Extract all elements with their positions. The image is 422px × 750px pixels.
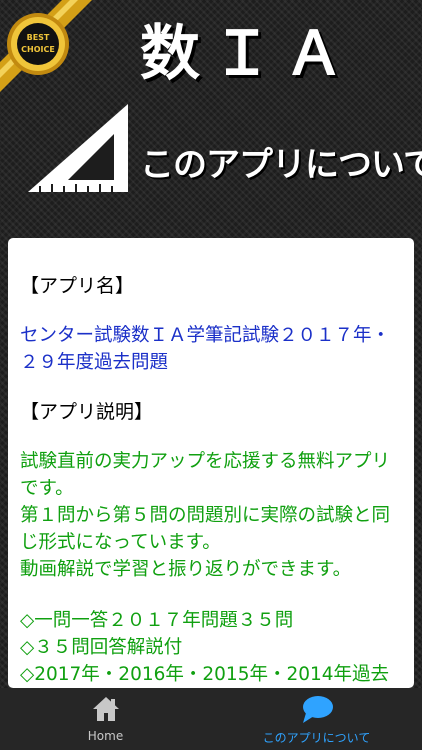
feature-item: ◇一問一答２０１７年問題３５問 <box>20 610 294 631</box>
feature-item: ◇2017年・2016年・2015年・2014年過去 <box>20 664 390 685</box>
home-icon <box>92 697 119 721</box>
app-name-text: センター試験数ＩＡ学筆記試験２０１７年・２９年度過去問題 <box>20 325 391 373</box>
bottom-nav: Home このアプリについて <box>0 688 422 750</box>
nav-about-tab[interactable]: このアプリについて <box>211 688 422 750</box>
nav-home-label: Home <box>87 729 124 743</box>
description-line: 第１問から第５問の問題別に実際の試験と同じ形式になっています。 <box>20 505 391 553</box>
description-line: 試験直前の実力アップを応援する無料アプリです。 <box>20 451 391 499</box>
feature-list: ◇一問一答２０１７年問題３５問 ◇３５問回答解説付 ◇2017年・2016年・2… <box>20 607 400 688</box>
badge-line2: CHOICE <box>21 45 55 54</box>
app-description-heading: 【アプリ説明】 <box>20 401 154 423</box>
feature-item: ◇３５問回答解説付 <box>20 637 183 658</box>
about-card[interactable]: 【アプリ名】 センター試験数ＩＡ学筆記試験２０１７年・２９年度過去問題 【アプリ… <box>8 238 414 688</box>
app-description-text: 試験直前の実力アップを応援する無料アプリです。 第１問から第５問の問題別に実際の… <box>20 448 400 583</box>
page-title: 数ＩＡ <box>140 19 356 89</box>
description-line: 動画解説で学習と振り返りができます。 <box>20 559 352 580</box>
nav-home-tab[interactable]: Home <box>0 688 211 750</box>
header: BEST CHOICE 数ＩＡ このアプリについて <box>0 0 422 236</box>
best-choice-badge-icon: BEST CHOICE <box>0 0 92 92</box>
triangle-ruler-icon <box>28 104 128 192</box>
badge-line1: BEST <box>27 33 50 42</box>
app-name-heading: 【アプリ名】 <box>20 275 135 297</box>
speech-bubble-icon <box>302 696 333 723</box>
page-subtitle: このアプリについて <box>140 145 422 185</box>
nav-about-label: このアプリについて <box>262 731 371 745</box>
